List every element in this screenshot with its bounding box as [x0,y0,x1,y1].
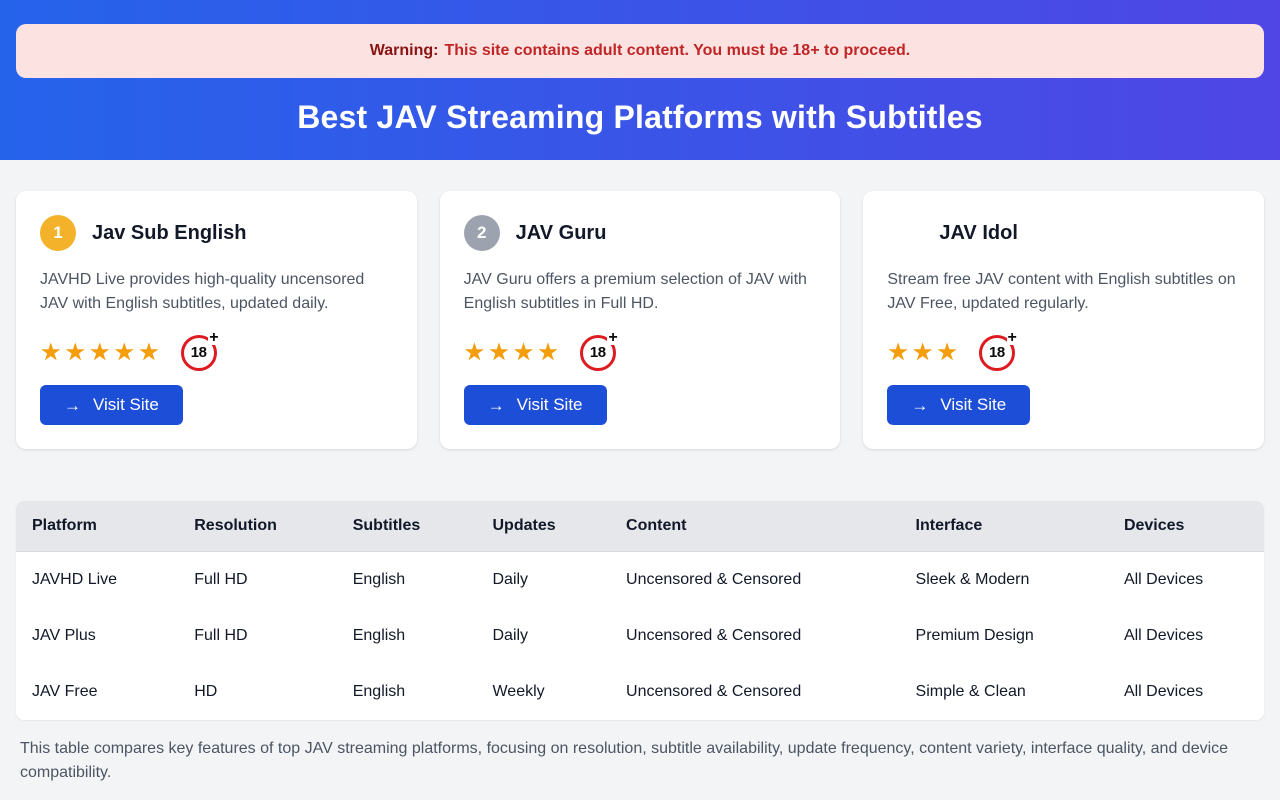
card-title: JAV Idol [939,222,1018,245]
table-description-note: This table compares key features of top … [20,737,1248,785]
rating-row: ★★★★★ 18 + [40,334,393,371]
cell-resolution: Full HD [178,608,336,664]
rank-badge-empty [887,215,923,251]
cell-updates: Weekly [476,664,610,720]
platform-card-jav-idol: JAV Idol Stream free JAV content with En… [863,191,1264,449]
column-header-platform: Platform [16,501,178,552]
cell-content: Uncensored & Censored [610,664,900,720]
age-18-plus-icon: 18 + [181,335,217,371]
cell-devices: All Devices [1108,608,1264,664]
cell-resolution: HD [178,664,336,720]
warning-label: Warning: [370,42,439,60]
rating-row: ★★★★ 18 + [464,334,817,371]
star-rating-icon: ★★★★★ [40,341,163,365]
cell-resolution: Full HD [178,552,336,609]
adult-warning-banner: Warning: This site contains adult conten… [16,24,1264,78]
visit-site-button[interactable]: → Visit Site [887,385,1030,425]
cell-updates: Daily [476,608,610,664]
warning-text: This site contains adult content. You mu… [445,42,911,60]
platform-card-jav-sub-english: 1 Jav Sub English JAVHD Live provides hi… [16,191,417,449]
table-header-row: Platform Resolution Subtitles Updates Co… [16,501,1264,552]
column-header-interface: Interface [900,501,1108,552]
star-rating-icon: ★★★★ [464,341,562,365]
cell-subtitles: English [337,552,477,609]
page-title: Best JAV Streaming Platforms with Subtit… [0,99,1280,136]
header-hero: Warning: This site contains adult conten… [0,0,1280,160]
cell-devices: All Devices [1108,552,1264,609]
rating-row: ★★★ 18 + [887,334,1240,371]
cell-platform: JAV Plus [16,608,178,664]
column-header-resolution: Resolution [178,501,336,552]
cell-platform: JAV Free [16,664,178,720]
card-header: 1 Jav Sub English [40,215,393,251]
column-header-updates: Updates [476,501,610,552]
table-row: JAV Free HD English Weekly Uncensored & … [16,664,1264,720]
rank-badge: 2 [464,215,500,251]
cell-updates: Daily [476,552,610,609]
cell-interface: Simple & Clean [900,664,1108,720]
age-badge-plus: + [208,331,219,345]
cell-interface: Premium Design [900,608,1108,664]
visit-site-label: Visit Site [517,395,583,415]
visit-site-button[interactable]: → Visit Site [464,385,607,425]
arrow-right-icon: → [488,397,505,414]
arrow-right-icon: → [911,397,928,414]
visit-site-label: Visit Site [93,395,159,415]
star-rating-icon: ★★★ [887,341,961,365]
age-18-plus-icon: 18 + [979,335,1015,371]
card-description: JAVHD Live provides high-quality uncenso… [40,268,393,316]
column-header-devices: Devices [1108,501,1264,552]
cell-content: Uncensored & Censored [610,608,900,664]
cell-subtitles: English [337,608,477,664]
arrow-right-icon: → [64,397,81,414]
age-badge-number: 18 [191,344,207,361]
comparison-table: Platform Resolution Subtitles Updates Co… [16,501,1264,720]
cell-platform: JAVHD Live [16,552,178,609]
card-title: JAV Guru [516,222,607,245]
rank-badge: 1 [40,215,76,251]
cell-subtitles: English [337,664,477,720]
card-header: 2 JAV Guru [464,215,817,251]
table-row: JAV Plus Full HD English Daily Uncensore… [16,608,1264,664]
platform-cards-section: 1 Jav Sub English JAVHD Live provides hi… [16,191,1264,449]
visit-site-label: Visit Site [940,395,1006,415]
card-description: JAV Guru offers a premium selection of J… [464,268,817,316]
table-row: JAVHD Live Full HD English Daily Uncenso… [16,552,1264,609]
card-description: Stream free JAV content with English sub… [887,268,1240,316]
column-header-content: Content [610,501,900,552]
age-badge-number: 18 [590,344,606,361]
visit-site-button[interactable]: → Visit Site [40,385,183,425]
card-title: Jav Sub English [92,222,246,245]
age-18-plus-icon: 18 + [580,335,616,371]
cell-content: Uncensored & Censored [610,552,900,609]
column-header-subtitles: Subtitles [337,501,477,552]
cell-interface: Sleek & Modern [900,552,1108,609]
age-badge-number: 18 [989,344,1005,361]
platform-card-jav-guru: 2 JAV Guru JAV Guru offers a premium sel… [440,191,841,449]
cell-devices: All Devices [1108,664,1264,720]
age-badge-plus: + [607,331,618,345]
age-badge-plus: + [1007,331,1018,345]
card-header: JAV Idol [887,215,1240,251]
